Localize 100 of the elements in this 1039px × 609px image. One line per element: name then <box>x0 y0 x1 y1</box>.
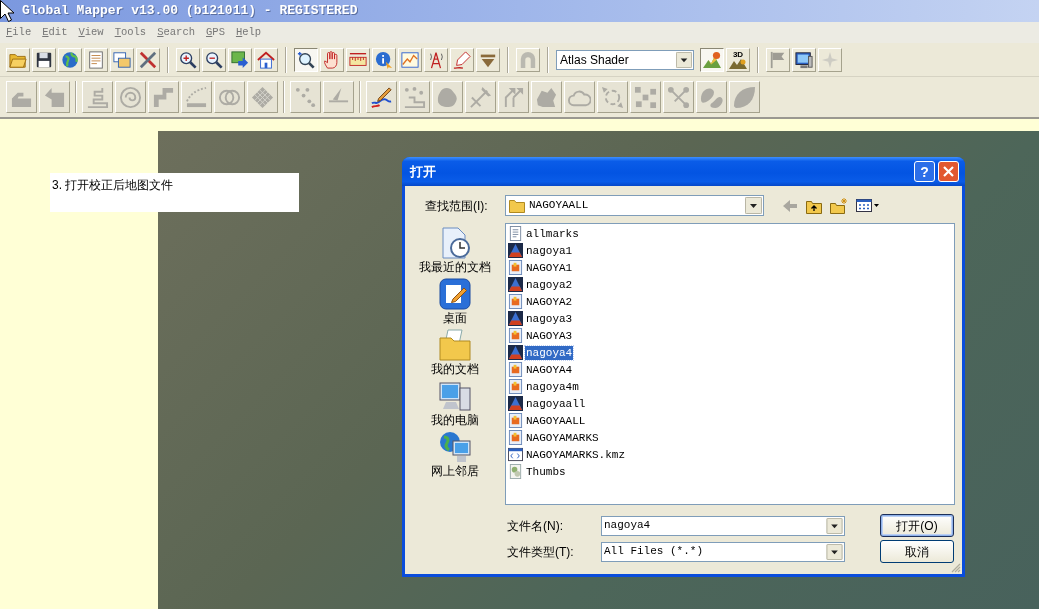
double-blob-icon <box>700 85 723 109</box>
file-name[interactable]: NAGOYAALL <box>525 413 587 428</box>
back-arrow-icon <box>782 197 798 214</box>
menu-item[interactable]: GPS <box>201 24 230 41</box>
globe-monitor-icon <box>439 431 471 463</box>
bracket-shape-icon <box>152 85 175 109</box>
file-name[interactable]: NAGOYAMARKS <box>525 430 600 445</box>
look-in-label: 查找范围(I): <box>425 197 489 215</box>
dotted-steps-icon <box>403 85 426 109</box>
caret-down-icon <box>874 204 879 207</box>
file-name-field[interactable]: nagoya4 <box>601 515 845 536</box>
resize-grip-icon[interactable] <box>951 563 961 573</box>
help-button[interactable]: ? <box>914 161 935 182</box>
places-item[interactable]: 我最近的文档 <box>410 227 500 278</box>
thumbnail-file-icon <box>508 464 523 479</box>
places-label: 我最近的文档 <box>419 260 491 274</box>
file-name[interactable]: NAGOYA1 <box>525 260 574 275</box>
dialog-title: 打开 <box>410 162 436 181</box>
grid-window-icon <box>856 199 872 212</box>
branching-arrows-icon <box>502 85 525 109</box>
dotted-diagonal-icon <box>294 85 317 109</box>
file-name[interactable]: NAGOYA3 <box>525 328 574 343</box>
triangle-file-icon <box>508 345 523 360</box>
file-name-label: 文件名(N): <box>507 517 564 535</box>
toolbar-button[interactable]: 3D <box>726 47 750 72</box>
cancel-button[interactable]: 取消 <box>880 540 954 563</box>
places-item[interactable]: 我的文档 <box>410 329 500 380</box>
dropdown-arrow-icon[interactable] <box>676 51 692 68</box>
zoom-in-icon <box>179 50 197 69</box>
menu-item[interactable]: Help <box>230 24 267 41</box>
places-item[interactable]: 网上邻居 <box>410 431 500 482</box>
close-icon <box>943 166 954 177</box>
house-icon <box>257 50 275 69</box>
places-label: 我的电脑 <box>431 413 479 427</box>
leaf-shape-icon <box>733 85 756 109</box>
file-type-label: 文件类型(T): <box>507 543 575 561</box>
arch-icon <box>519 50 537 69</box>
left-arrow-block-icon <box>43 85 66 109</box>
pencil-line-icon <box>370 85 393 109</box>
places-item[interactable]: 我的电脑 <box>410 380 500 431</box>
dropdown-arrow-icon[interactable] <box>826 543 843 560</box>
image-file-icon <box>508 328 523 343</box>
info-icon <box>375 50 393 69</box>
picture-arrow-icon <box>231 50 249 69</box>
menu-item[interactable]: Search <box>152 24 200 41</box>
file-name[interactable]: nagoyaall <box>525 396 587 411</box>
terrain-figure-icon <box>729 58 747 69</box>
places-label: 网上邻居 <box>431 464 479 478</box>
image-file-icon <box>508 413 523 428</box>
diamond-grid-icon <box>251 85 274 109</box>
file-name[interactable]: NAGOYA4 <box>525 362 574 377</box>
stacked-windows-icon <box>113 50 131 69</box>
close-button[interactable] <box>938 161 959 182</box>
file-name[interactable]: allmarks <box>525 226 580 241</box>
file-name[interactable]: NAGOYA2 <box>525 294 574 309</box>
file-name[interactable]: nagoya4 <box>525 345 574 360</box>
monitor-icon <box>795 50 813 69</box>
zoom-out-icon <box>205 50 223 69</box>
ring-arrows-icon <box>601 85 624 109</box>
dropdown-arrow-icon[interactable] <box>745 197 762 214</box>
triangle-file-icon <box>508 277 523 292</box>
menu-item[interactable]: View <box>73 24 109 41</box>
file-name[interactable]: Thumbs <box>525 464 567 479</box>
file-name[interactable]: nagoya1 <box>525 243 574 258</box>
triangle-file-icon <box>508 396 523 411</box>
image-file-icon <box>508 260 523 275</box>
menu-item[interactable]: Tools <box>109 24 152 41</box>
window-file-icon <box>508 447 523 462</box>
steps-icon <box>86 85 109 109</box>
look-in-select[interactable]: NAGOYAALL <box>505 195 764 216</box>
dropdown-arrow-icon[interactable] <box>826 517 843 534</box>
image-file-icon <box>508 379 523 394</box>
triangle-file-icon <box>508 311 523 326</box>
open-button[interactable]: 打开(O) <box>880 514 954 537</box>
swirl-icon <box>119 85 142 109</box>
node-grid-icon <box>634 85 657 109</box>
radio-tower-icon <box>427 50 445 69</box>
file-name[interactable]: NAGOYAMARKS.kmz <box>525 447 627 462</box>
text-file-icon <box>508 226 523 241</box>
file-name[interactable]: nagoya3 <box>525 311 574 326</box>
crossed-tools-icon <box>139 50 157 69</box>
mouse-pointer-icon <box>0 0 14 22</box>
cluster-shape-icon <box>535 85 558 109</box>
terrain-sun-icon <box>703 50 721 69</box>
file-type-select[interactable]: All Files (*.*) <box>601 541 845 562</box>
dotted-curve-icon <box>185 85 208 109</box>
menu-item[interactable]: Edit <box>37 24 73 41</box>
file-name[interactable]: nagoya2 <box>525 277 574 292</box>
pencil-icon <box>453 50 471 69</box>
image-file-icon <box>508 294 523 309</box>
menu-item[interactable]: File <box>1 24 37 41</box>
image-file-icon <box>508 430 523 445</box>
places-item[interactable]: 桌面 <box>410 278 500 329</box>
blob-shape-icon <box>436 85 459 109</box>
file-name[interactable]: nagoya4m <box>525 379 580 394</box>
shader-select[interactable]: Atlas Shader <box>556 49 694 70</box>
toolbar-button[interactable] <box>294 47 318 72</box>
flag-icon <box>769 50 787 69</box>
ruler-icon <box>349 50 367 69</box>
map-note: 3. 打开校正后地图文件 <box>50 173 299 212</box>
